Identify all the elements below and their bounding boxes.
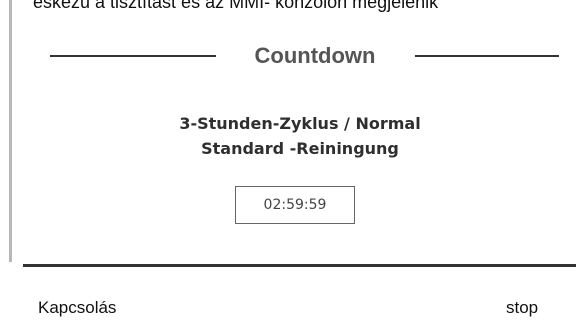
title-line-left bbox=[50, 55, 216, 57]
cleaning-mode-text: Standard -Reiningung bbox=[201, 139, 399, 158]
caption-text: eskezu a tisztítást és az MMI- konzolon … bbox=[33, 0, 439, 12]
footer-divider bbox=[23, 264, 576, 267]
footer-left-label: Kapcsolás bbox=[38, 298, 117, 317]
countdown-panel: Countdown 3-Stunden-Zyklus / Normal Stan… bbox=[12, 14, 588, 264]
footer-right-label: stop bbox=[506, 298, 539, 317]
title-row: Countdown bbox=[12, 38, 588, 74]
panel-title: Countdown bbox=[254, 43, 376, 68]
countdown-timer: 02:59:59 bbox=[235, 186, 355, 224]
cycle-mode-text: 3-Stunden-Zyklus / Normal bbox=[179, 114, 421, 133]
title-line-right bbox=[415, 55, 559, 57]
